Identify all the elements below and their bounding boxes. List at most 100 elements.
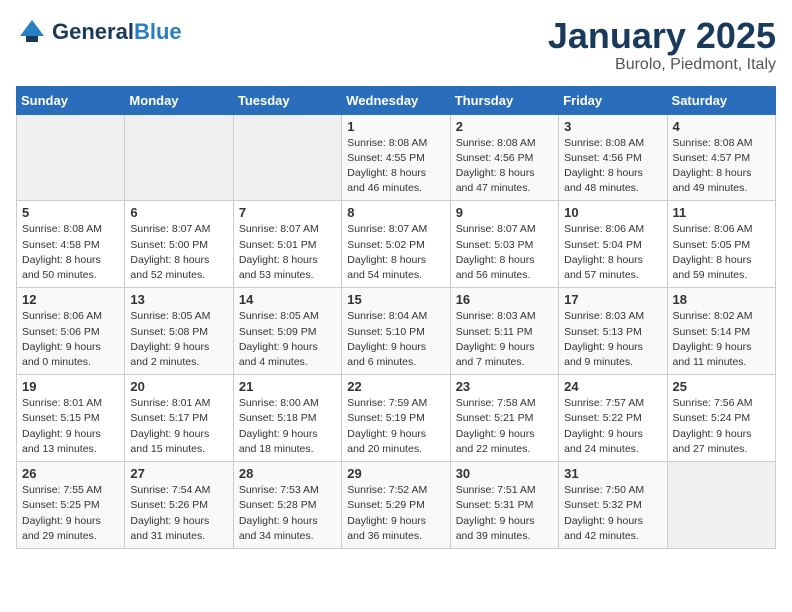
day-info: Sunrise: 7:56 AM Sunset: 5:24 PM Dayligh… (673, 396, 770, 457)
logo-icon (16, 16, 48, 48)
day-number: 19 (22, 379, 119, 394)
logo-general-text: General (52, 19, 134, 44)
day-info: Sunrise: 8:08 AM Sunset: 4:58 PM Dayligh… (22, 222, 119, 283)
day-info: Sunrise: 8:03 AM Sunset: 5:11 PM Dayligh… (456, 309, 553, 370)
day-info: Sunrise: 8:06 AM Sunset: 5:06 PM Dayligh… (22, 309, 119, 370)
day-info: Sunrise: 8:08 AM Sunset: 4:57 PM Dayligh… (673, 136, 770, 197)
calendar-cell: 24 Sunrise: 7:57 AM Sunset: 5:22 PM Dayli… (559, 375, 667, 462)
calendar-week-row: 26 Sunrise: 7:55 AM Sunset: 5:25 PM Dayli… (17, 462, 776, 549)
day-number: 13 (130, 292, 227, 307)
day-info: Sunrise: 7:55 AM Sunset: 5:25 PM Dayligh… (22, 483, 119, 544)
weekday-header-row: SundayMondayTuesdayWednesdayThursdayFrid… (17, 86, 776, 114)
calendar-cell: 18 Sunrise: 8:02 AM Sunset: 5:14 PM Dayli… (667, 288, 775, 375)
calendar-cell: 6 Sunrise: 8:07 AM Sunset: 5:00 PM Daylig… (125, 201, 233, 288)
calendar-week-row: 19 Sunrise: 8:01 AM Sunset: 5:15 PM Dayli… (17, 375, 776, 462)
day-info: Sunrise: 8:07 AM Sunset: 5:02 PM Dayligh… (347, 222, 444, 283)
day-info: Sunrise: 8:03 AM Sunset: 5:13 PM Dayligh… (564, 309, 661, 370)
day-number: 10 (564, 205, 661, 220)
calendar-cell: 2Sunrise: 8:08 AM Sunset: 4:56 PM Daylig… (450, 114, 558, 201)
day-info: Sunrise: 7:52 AM Sunset: 5:29 PM Dayligh… (347, 483, 444, 544)
calendar-cell: 10Sunrise: 8:06 AM Sunset: 5:04 PM Dayli… (559, 201, 667, 288)
calendar-cell: 7 Sunrise: 8:07 AM Sunset: 5:01 PM Daylig… (233, 201, 341, 288)
calendar-cell (125, 114, 233, 201)
calendar-cell (17, 114, 125, 201)
weekday-header: Sunday (17, 86, 125, 114)
month-title: January 2025 (548, 16, 776, 56)
day-number: 20 (130, 379, 227, 394)
day-number: 15 (347, 292, 444, 307)
day-info: Sunrise: 7:51 AM Sunset: 5:31 PM Dayligh… (456, 483, 553, 544)
location-subtitle: Burolo, Piedmont, Italy (548, 56, 776, 74)
weekday-header: Saturday (667, 86, 775, 114)
day-number: 31 (564, 466, 661, 481)
calendar-cell: 23 Sunrise: 7:58 AM Sunset: 5:21 PM Dayli… (450, 375, 558, 462)
calendar-cell: 30 Sunrise: 7:51 AM Sunset: 5:31 PM Dayli… (450, 462, 558, 549)
calendar-cell: 20Sunrise: 8:01 AM Sunset: 5:17 PM Dayli… (125, 375, 233, 462)
calendar-cell (233, 114, 341, 201)
day-info: Sunrise: 8:08 AM Sunset: 4:55 PM Dayligh… (347, 136, 444, 197)
day-number: 17 (564, 292, 661, 307)
day-info: Sunrise: 8:08 AM Sunset: 4:56 PM Dayligh… (564, 136, 661, 197)
day-number: 4 (673, 119, 770, 134)
day-info: Sunrise: 8:04 AM Sunset: 5:10 PM Dayligh… (347, 309, 444, 370)
day-info: Sunrise: 7:53 AM Sunset: 5:28 PM Dayligh… (239, 483, 336, 544)
day-number: 30 (456, 466, 553, 481)
calendar-cell: 19 Sunrise: 8:01 AM Sunset: 5:15 PM Dayli… (17, 375, 125, 462)
weekday-header: Monday (125, 86, 233, 114)
day-info: Sunrise: 7:59 AM Sunset: 5:19 PM Dayligh… (347, 396, 444, 457)
day-number: 16 (456, 292, 553, 307)
calendar-cell: 28Sunrise: 7:53 AM Sunset: 5:28 PM Dayli… (233, 462, 341, 549)
calendar-cell: 11 Sunrise: 8:06 AM Sunset: 5:05 PM Dayli… (667, 201, 775, 288)
calendar-cell (667, 462, 775, 549)
day-number: 29 (347, 466, 444, 481)
calendar-cell: 25Sunrise: 7:56 AM Sunset: 5:24 PM Dayli… (667, 375, 775, 462)
day-info: Sunrise: 7:57 AM Sunset: 5:22 PM Dayligh… (564, 396, 661, 457)
day-info: Sunrise: 8:05 AM Sunset: 5:09 PM Dayligh… (239, 309, 336, 370)
day-number: 9 (456, 205, 553, 220)
weekday-header: Thursday (450, 86, 558, 114)
calendar-cell: 27Sunrise: 7:54 AM Sunset: 5:26 PM Dayli… (125, 462, 233, 549)
weekday-header: Tuesday (233, 86, 341, 114)
day-number: 24 (564, 379, 661, 394)
day-info: Sunrise: 8:00 AM Sunset: 5:18 PM Dayligh… (239, 396, 336, 457)
calendar-cell: 1 Sunrise: 8:08 AM Sunset: 4:55 PM Daylig… (342, 114, 450, 201)
day-info: Sunrise: 8:01 AM Sunset: 5:15 PM Dayligh… (22, 396, 119, 457)
day-number: 3 (564, 119, 661, 134)
calendar-cell: 4 Sunrise: 8:08 AM Sunset: 4:57 PM Daylig… (667, 114, 775, 201)
day-info: Sunrise: 8:05 AM Sunset: 5:08 PM Dayligh… (130, 309, 227, 370)
calendar-cell: 14Sunrise: 8:05 AM Sunset: 5:09 PM Dayli… (233, 288, 341, 375)
day-number: 5 (22, 205, 119, 220)
day-info: Sunrise: 8:07 AM Sunset: 5:00 PM Dayligh… (130, 222, 227, 283)
calendar-week-row: 5 Sunrise: 8:08 AM Sunset: 4:58 PM Daylig… (17, 201, 776, 288)
day-info: Sunrise: 7:54 AM Sunset: 5:26 PM Dayligh… (130, 483, 227, 544)
calendar-cell: 21Sunrise: 8:00 AM Sunset: 5:18 PM Dayli… (233, 375, 341, 462)
weekday-header: Friday (559, 86, 667, 114)
day-info: Sunrise: 8:02 AM Sunset: 5:14 PM Dayligh… (673, 309, 770, 370)
day-number: 18 (673, 292, 770, 307)
calendar-cell: 5 Sunrise: 8:08 AM Sunset: 4:58 PM Daylig… (17, 201, 125, 288)
calendar-cell: 29 Sunrise: 7:52 AM Sunset: 5:29 PM Dayli… (342, 462, 450, 549)
calendar-cell: 13 Sunrise: 8:05 AM Sunset: 5:08 PM Dayli… (125, 288, 233, 375)
day-number: 1 (347, 119, 444, 134)
day-number: 26 (22, 466, 119, 481)
day-number: 23 (456, 379, 553, 394)
calendar-table: SundayMondayTuesdayWednesdayThursdayFrid… (16, 86, 776, 549)
day-info: Sunrise: 7:50 AM Sunset: 5:32 PM Dayligh… (564, 483, 661, 544)
page-header: GeneralBlue January 2025 Burolo, Piedmon… (16, 16, 776, 74)
calendar-cell: 15 Sunrise: 8:04 AM Sunset: 5:10 PM Dayli… (342, 288, 450, 375)
day-info: Sunrise: 8:07 AM Sunset: 5:01 PM Dayligh… (239, 222, 336, 283)
day-info: Sunrise: 8:06 AM Sunset: 5:05 PM Dayligh… (673, 222, 770, 283)
day-info: Sunrise: 8:08 AM Sunset: 4:56 PM Dayligh… (456, 136, 553, 197)
day-number: 6 (130, 205, 227, 220)
day-number: 11 (673, 205, 770, 220)
calendar-cell: 9 Sunrise: 8:07 AM Sunset: 5:03 PM Daylig… (450, 201, 558, 288)
calendar-cell: 12 Sunrise: 8:06 AM Sunset: 5:06 PM Dayli… (17, 288, 125, 375)
calendar-cell: 3 Sunrise: 8:08 AM Sunset: 4:56 PM Daylig… (559, 114, 667, 201)
calendar-week-row: 12 Sunrise: 8:06 AM Sunset: 5:06 PM Dayli… (17, 288, 776, 375)
day-number: 7 (239, 205, 336, 220)
calendar-cell: 17 Sunrise: 8:03 AM Sunset: 5:13 PM Dayli… (559, 288, 667, 375)
day-number: 12 (22, 292, 119, 307)
weekday-header: Wednesday (342, 86, 450, 114)
day-info: Sunrise: 8:07 AM Sunset: 5:03 PM Dayligh… (456, 222, 553, 283)
day-info: Sunrise: 7:58 AM Sunset: 5:21 PM Dayligh… (456, 396, 553, 457)
